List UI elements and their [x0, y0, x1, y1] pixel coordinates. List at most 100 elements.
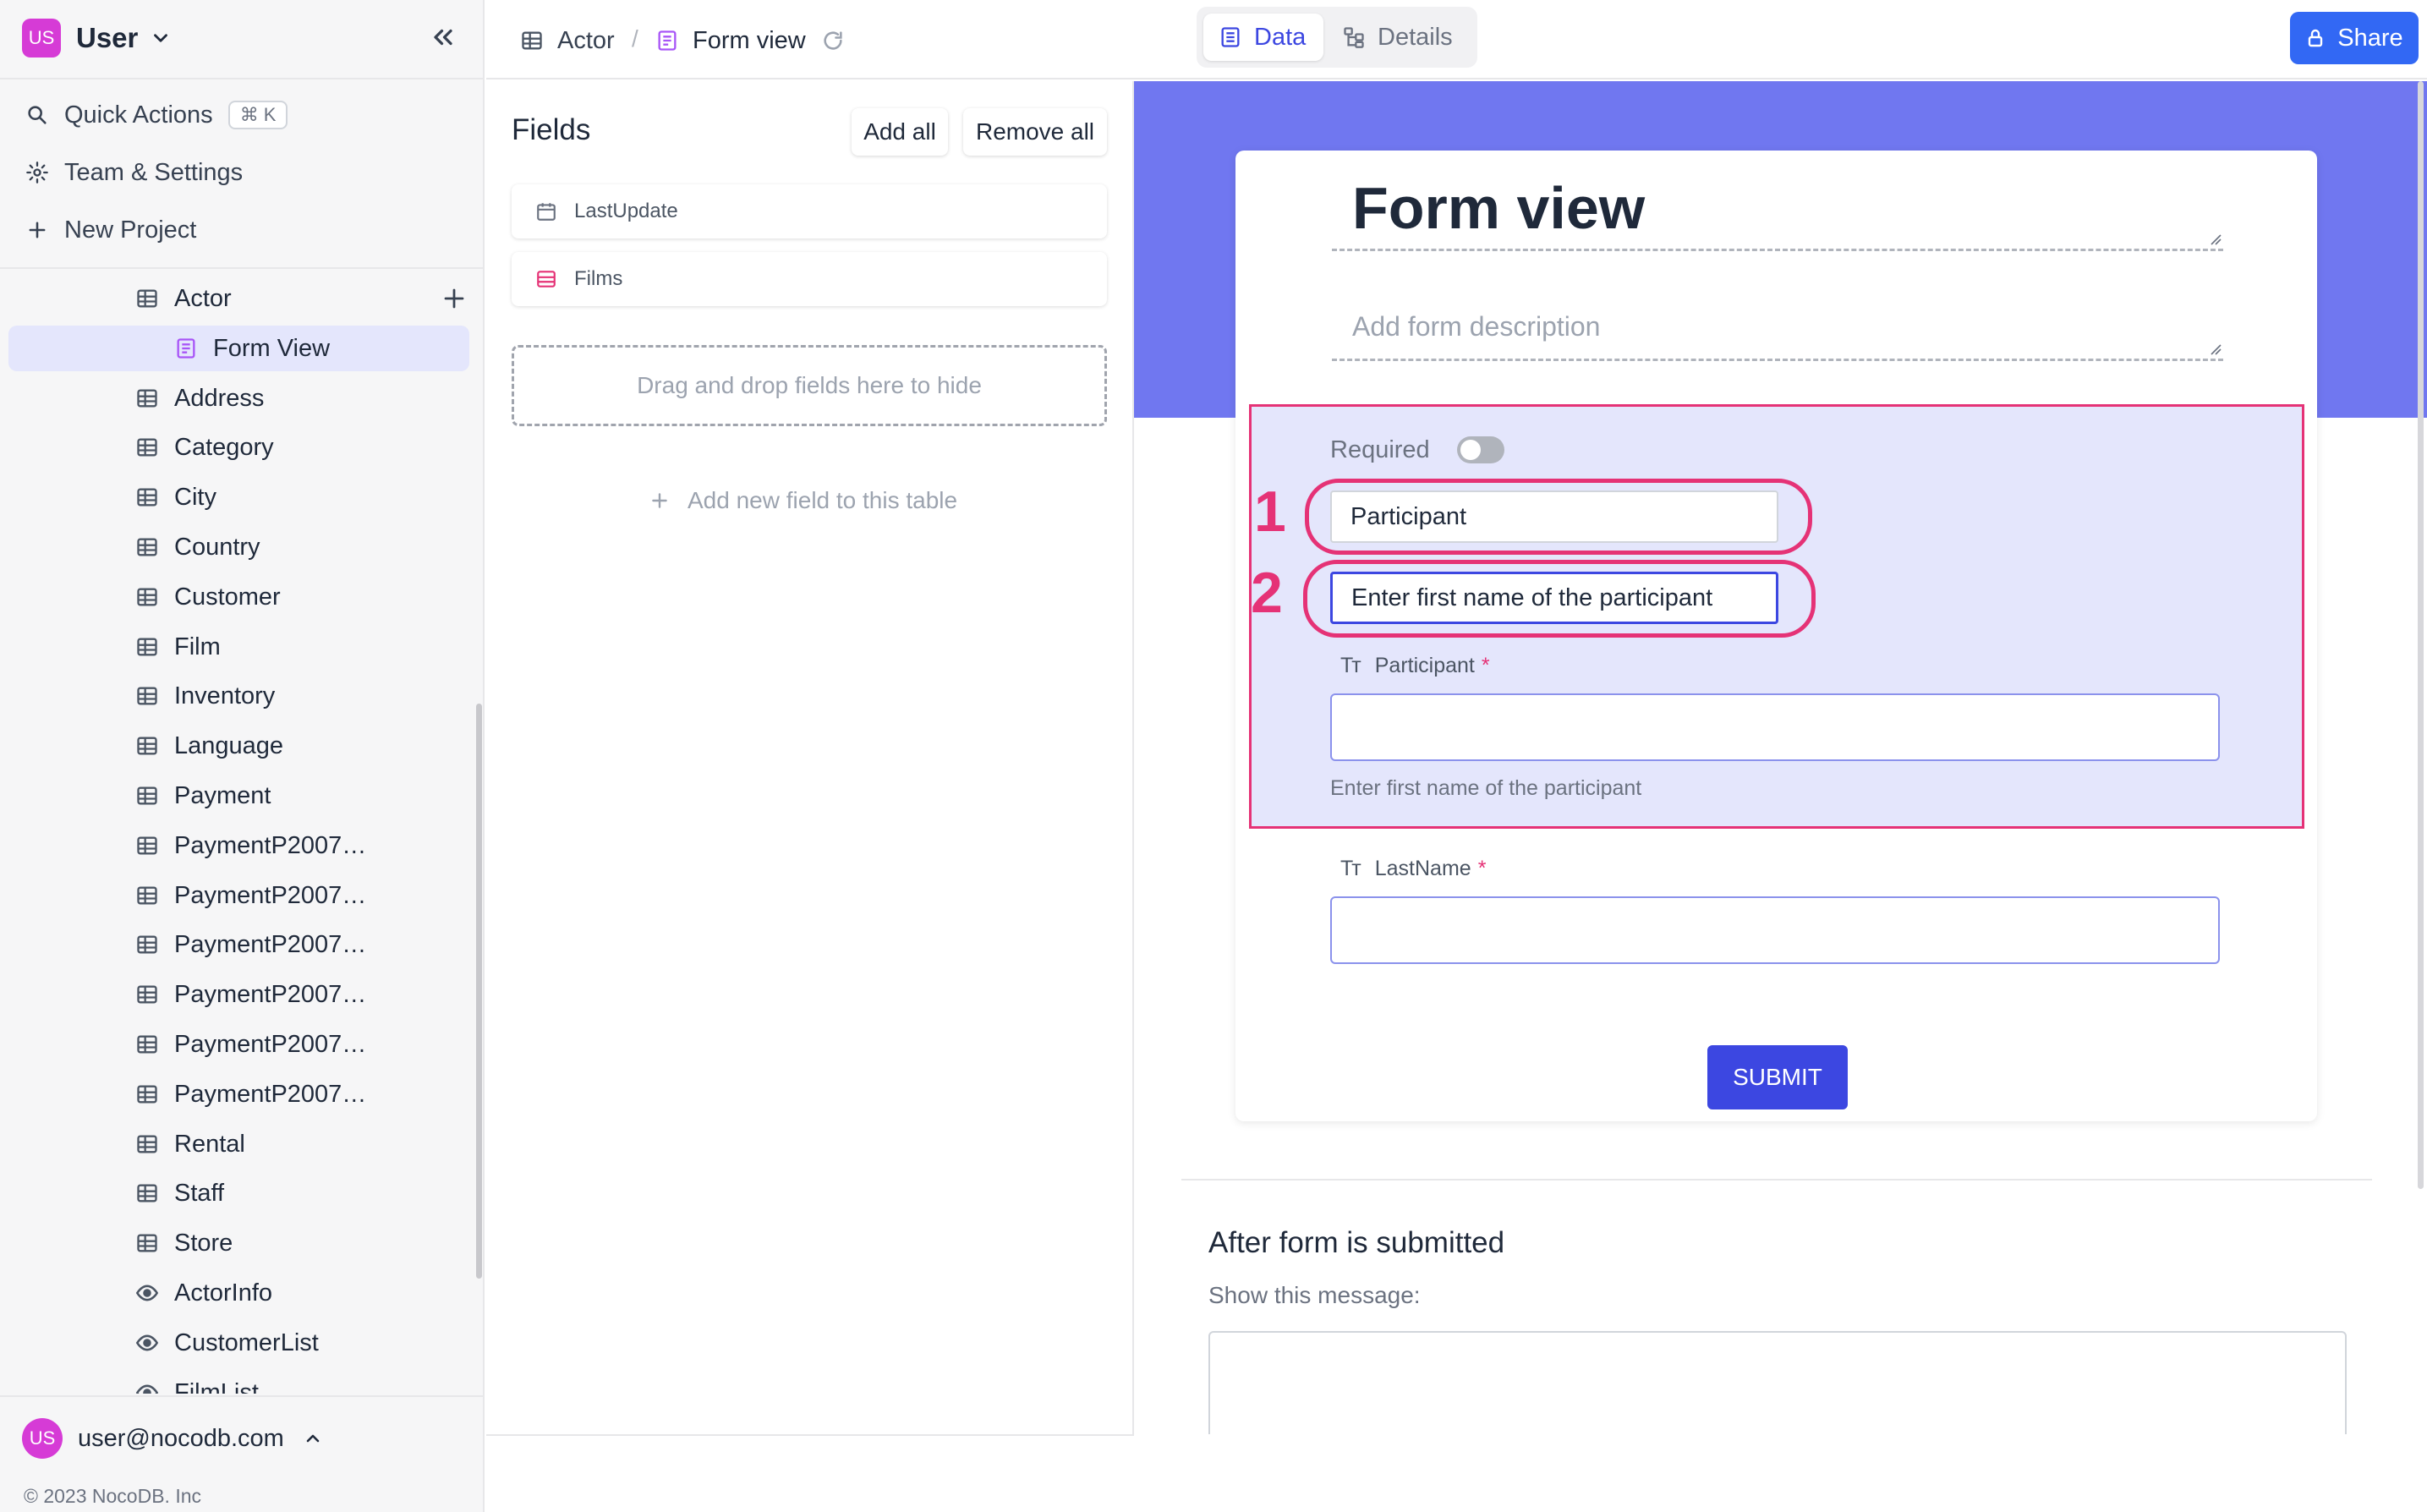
sidebar-item-label: PaymentP2007… — [174, 831, 367, 859]
sidebar-item-language[interactable]: Language — [8, 723, 469, 769]
table-icon — [135, 983, 159, 1006]
sidebar-item-label: Category — [174, 433, 274, 461]
lastname-input[interactable] — [1330, 896, 2220, 964]
sidebar-item-paymentp2007[interactable]: PaymentP2007… — [8, 823, 469, 868]
sidebar-item-staff[interactable]: Staff — [8, 1170, 469, 1216]
required-toggle[interactable] — [1457, 436, 1504, 463]
divider — [1181, 1179, 2372, 1181]
add-new-field-label: Add new field to this table — [688, 487, 958, 513]
sidebar-item-form-view[interactable]: Form View — [8, 326, 469, 371]
sidebar-item-label: Inventory — [174, 682, 276, 709]
user-menu[interactable]: US user@nocodb.com — [22, 1416, 323, 1461]
sidebar: US User Quick Actions ⌘ K Team & Setting… — [0, 0, 485, 1512]
table-icon — [135, 784, 159, 808]
sidebar-item-customer[interactable]: Customer — [8, 574, 469, 620]
form-icon — [658, 30, 677, 51]
table-icon — [135, 834, 159, 857]
breadcrumb-form-view-label: Form view — [693, 26, 806, 54]
link-icon — [537, 271, 556, 288]
sidebar-item-label: PaymentP2007… — [174, 1080, 367, 1108]
breadcrumb-actor-label: Actor — [557, 26, 615, 54]
plus-icon — [652, 493, 667, 508]
table-icon — [135, 436, 159, 459]
sidebar-item-actorinfo[interactable]: ActorInfo — [8, 1270, 469, 1316]
tab-data[interactable]: Data — [1203, 14, 1323, 61]
field-label-input[interactable]: Participant — [1330, 490, 1778, 543]
sidebar-item-paymentp2007[interactable]: PaymentP2007… — [8, 873, 469, 918]
table-icon — [135, 635, 159, 659]
sidebar-item-filmlist[interactable]: FilmList — [8, 1370, 469, 1394]
sidebar-item-label: Country — [174, 533, 260, 561]
submit-button[interactable]: SUBMIT — [1707, 1045, 1848, 1109]
resize-handle-icon[interactable] — [2208, 232, 2222, 245]
reload-icon[interactable] — [821, 29, 845, 52]
tab-data-label: Data — [1254, 23, 1307, 51]
table-tree: Actor Form View Address Category City Country… — [0, 0, 485, 1394]
toggle-knob — [1460, 440, 1481, 460]
sidebar-item-store[interactable]: Store — [8, 1220, 469, 1266]
tab-details[interactable]: Details — [1327, 14, 1471, 61]
sidebar-item-address[interactable]: Address — [8, 375, 469, 421]
sidebar-item-customerlist[interactable]: CustomerList — [8, 1320, 469, 1366]
hide-fields-dropzone[interactable]: Drag and drop fields here to hide — [512, 345, 1107, 426]
sidebar-item-label: Customer — [174, 583, 281, 611]
table-icon — [135, 884, 159, 907]
sidebar-item-city[interactable]: City — [8, 474, 469, 520]
text-type-icon: Tт — [1340, 856, 1361, 880]
sidebar-item-label: Rental — [174, 1130, 245, 1158]
table-icon — [135, 1033, 159, 1056]
sidebar-item-label: Form View — [213, 334, 331, 362]
success-message-textarea[interactable] — [1208, 1331, 2347, 1434]
breadcrumb-form-view[interactable]: Form view — [655, 24, 845, 58]
text-type-icon: Tт — [1340, 653, 1361, 677]
fields-title: Fields — [512, 113, 591, 146]
table-icon — [522, 31, 542, 50]
required-asterisk: * — [1481, 653, 1490, 677]
form-scrollbar[interactable] — [2418, 81, 2424, 1189]
form-icon — [174, 337, 198, 360]
sidebar-item-payment[interactable]: Payment — [8, 773, 469, 819]
sidebar-item-paymentp2007[interactable]: PaymentP2007… — [8, 972, 469, 1017]
share-button[interactable]: Share — [2290, 12, 2419, 64]
sidebar-item-actor[interactable]: Actor — [8, 276, 469, 321]
hidden-field-lastupdate[interactable]: LastUpdate — [512, 184, 1107, 238]
sidebar-item-country[interactable]: Country — [8, 524, 469, 570]
sidebar-item-inventory[interactable]: Inventory — [8, 673, 469, 719]
sidebar-item-label: ActorInfo — [174, 1279, 273, 1307]
sidebar-item-paymentp2007[interactable]: PaymentP2007… — [8, 1071, 469, 1117]
add-all-button[interactable]: Add all — [852, 108, 948, 156]
sidebar-item-rental[interactable]: Rental — [8, 1121, 469, 1167]
remove-all-button[interactable]: Remove all — [963, 108, 1107, 156]
form-title[interactable]: Form view — [1352, 174, 1645, 242]
user-email: user@nocodb.com — [78, 1424, 284, 1452]
resize-handle-icon[interactable] — [2208, 342, 2222, 355]
table-icon — [135, 1181, 159, 1205]
callout-number-2: 2 — [1251, 561, 1283, 625]
table-icon — [135, 684, 159, 708]
eye-icon — [135, 1381, 159, 1394]
field-help-input[interactable]: Enter first name of the participant — [1330, 572, 1778, 624]
sidebar-item-paymentp2007[interactable]: PaymentP2007… — [8, 1022, 469, 1067]
sidebar-scrollbar[interactable] — [476, 704, 482, 1279]
table-icon — [135, 535, 159, 559]
add-view-icon[interactable] — [441, 286, 467, 311]
required-asterisk: * — [1477, 856, 1487, 880]
grid-icon — [1221, 27, 1240, 47]
sidebar-item-label: Actor — [174, 284, 232, 312]
form-description[interactable]: Add form description — [1352, 311, 1600, 342]
eye-icon — [135, 1281, 159, 1305]
sidebar-item-label: PaymentP2007… — [174, 881, 367, 909]
sidebar-item-paymentp2007[interactable]: PaymentP2007… — [8, 922, 469, 967]
hidden-field-films[interactable]: Films — [512, 252, 1107, 306]
add-new-field-button[interactable]: Add new field to this table — [649, 484, 957, 518]
form-description-underline — [1332, 359, 2223, 361]
sidebar-item-film[interactable]: Film — [8, 624, 469, 670]
form-canvas: Form view Add form description Required … — [1134, 81, 2427, 1434]
topbar: Actor / Form view Data Details Share — [486, 0, 2427, 79]
divider — [486, 1434, 1134, 1436]
breadcrumb-actor[interactable]: Actor — [520, 24, 615, 58]
table-icon — [135, 287, 159, 310]
sidebar-item-label: CustomerList — [174, 1328, 319, 1356]
sidebar-item-category[interactable]: Category — [8, 425, 469, 470]
participant-input[interactable] — [1330, 693, 2220, 761]
